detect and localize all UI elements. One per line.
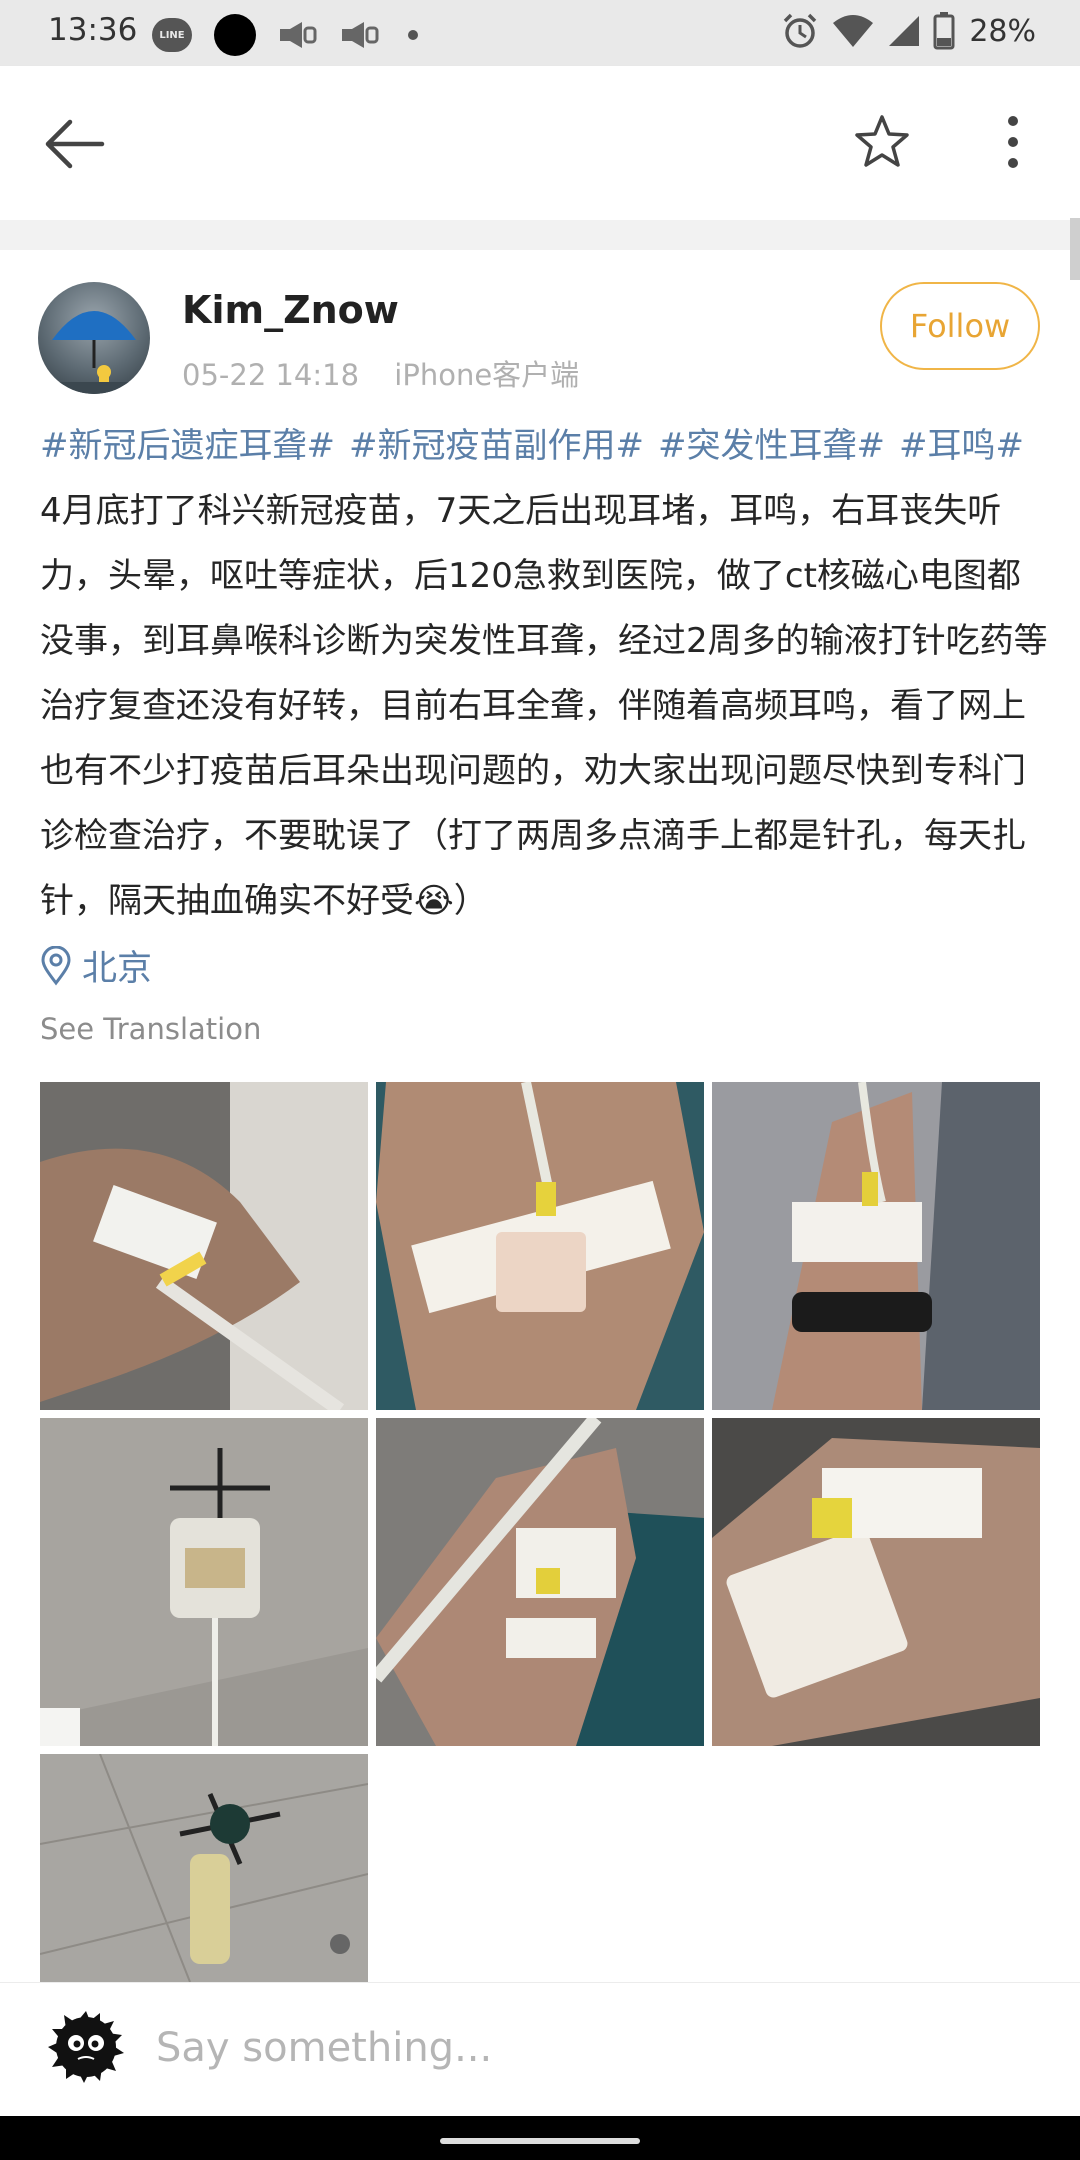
wifi-icon — [833, 15, 874, 47]
app-bar — [0, 66, 1080, 220]
star-icon[interactable] — [852, 112, 912, 172]
hashtag-link[interactable]: #新冠疫苗副作用# — [349, 426, 644, 466]
speaker-notification-icon — [342, 22, 379, 48]
section-divider — [0, 220, 1080, 250]
post-content-end: ） — [453, 881, 488, 921]
post-content: 4月底打了科兴新冠疫苗，7天之后出现耳堵，耳鸣，右耳丧失听力，头晕，呕吐等症状，… — [40, 491, 1048, 921]
app-notification-icon — [214, 14, 256, 56]
user-avatar[interactable] — [44, 2005, 128, 2089]
alarm-icon — [784, 13, 817, 48]
post-photo[interactable] — [376, 1082, 704, 1410]
post-meta: 05-22 14:18 iPhone客户端 — [182, 352, 605, 394]
iv-hand-photo — [376, 1082, 704, 1410]
iv-hand-photo — [40, 1082, 368, 1410]
follow-button[interactable]: Follow — [880, 282, 1040, 370]
hashtag-link[interactable]: #新冠后遗症耳聋# — [40, 426, 335, 466]
author-name[interactable]: Kim_Znow — [182, 288, 399, 332]
crying-emoji: 😭 — [414, 881, 454, 921]
umbrella-avatar-icon — [38, 311, 150, 394]
battery-icon — [933, 12, 955, 50]
status-bar: 13:36 LINE 28% — [0, 0, 1080, 66]
more-vertical-icon[interactable] — [998, 112, 1028, 172]
comment-bar: Say something... — [0, 1982, 1080, 2117]
notification-icons: LINE — [152, 14, 418, 56]
iv-bag-photo — [40, 1418, 368, 1746]
speaker-notification-icon — [280, 22, 317, 48]
back-arrow-icon[interactable] — [40, 114, 110, 174]
comment-input[interactable]: Say something... — [156, 2013, 1016, 2083]
post-photo[interactable] — [712, 1418, 1040, 1746]
battery-percent: 28% — [969, 13, 1036, 49]
location-pin-icon — [41, 945, 71, 985]
system-icons: 28% — [781, 12, 1036, 50]
post-photo[interactable] — [40, 1418, 368, 1746]
iv-bag-photo — [40, 1754, 368, 1982]
hashtag-link[interactable]: #耳鸣# — [899, 426, 1024, 466]
post-photo[interactable] — [712, 1082, 1040, 1410]
location-link[interactable]: 北京 — [40, 940, 152, 991]
iv-hand-photo — [712, 1082, 1040, 1410]
post-photo[interactable] — [40, 1754, 368, 1982]
post-photo[interactable] — [40, 1082, 368, 1410]
iv-hand-photo — [376, 1418, 704, 1746]
post-text: #新冠后遗症耳聋# #新冠疫苗副作用# #突发性耳聋# #耳鸣# 4月底打了科兴新冠疫… — [40, 414, 1050, 934]
post-source: iPhone客户端 — [394, 358, 580, 392]
hashtag-link[interactable]: #突发性耳聋# — [658, 426, 885, 466]
iv-hand-photo — [712, 1418, 1040, 1746]
post-photo[interactable] — [376, 1418, 704, 1746]
line-app-icon: LINE — [152, 18, 192, 52]
status-time: 13:36 — [48, 12, 138, 48]
scrollbar[interactable] — [1070, 218, 1080, 280]
more-notifications-icon — [408, 30, 418, 40]
post-date: 05-22 14:18 — [182, 358, 360, 392]
location-name: 北京 — [82, 949, 153, 989]
see-translation-link[interactable]: See Translation — [40, 1012, 261, 1046]
home-gesture-handle[interactable] — [440, 2138, 640, 2144]
author-avatar[interactable] — [38, 282, 150, 394]
cellular-signal-icon — [889, 16, 920, 46]
